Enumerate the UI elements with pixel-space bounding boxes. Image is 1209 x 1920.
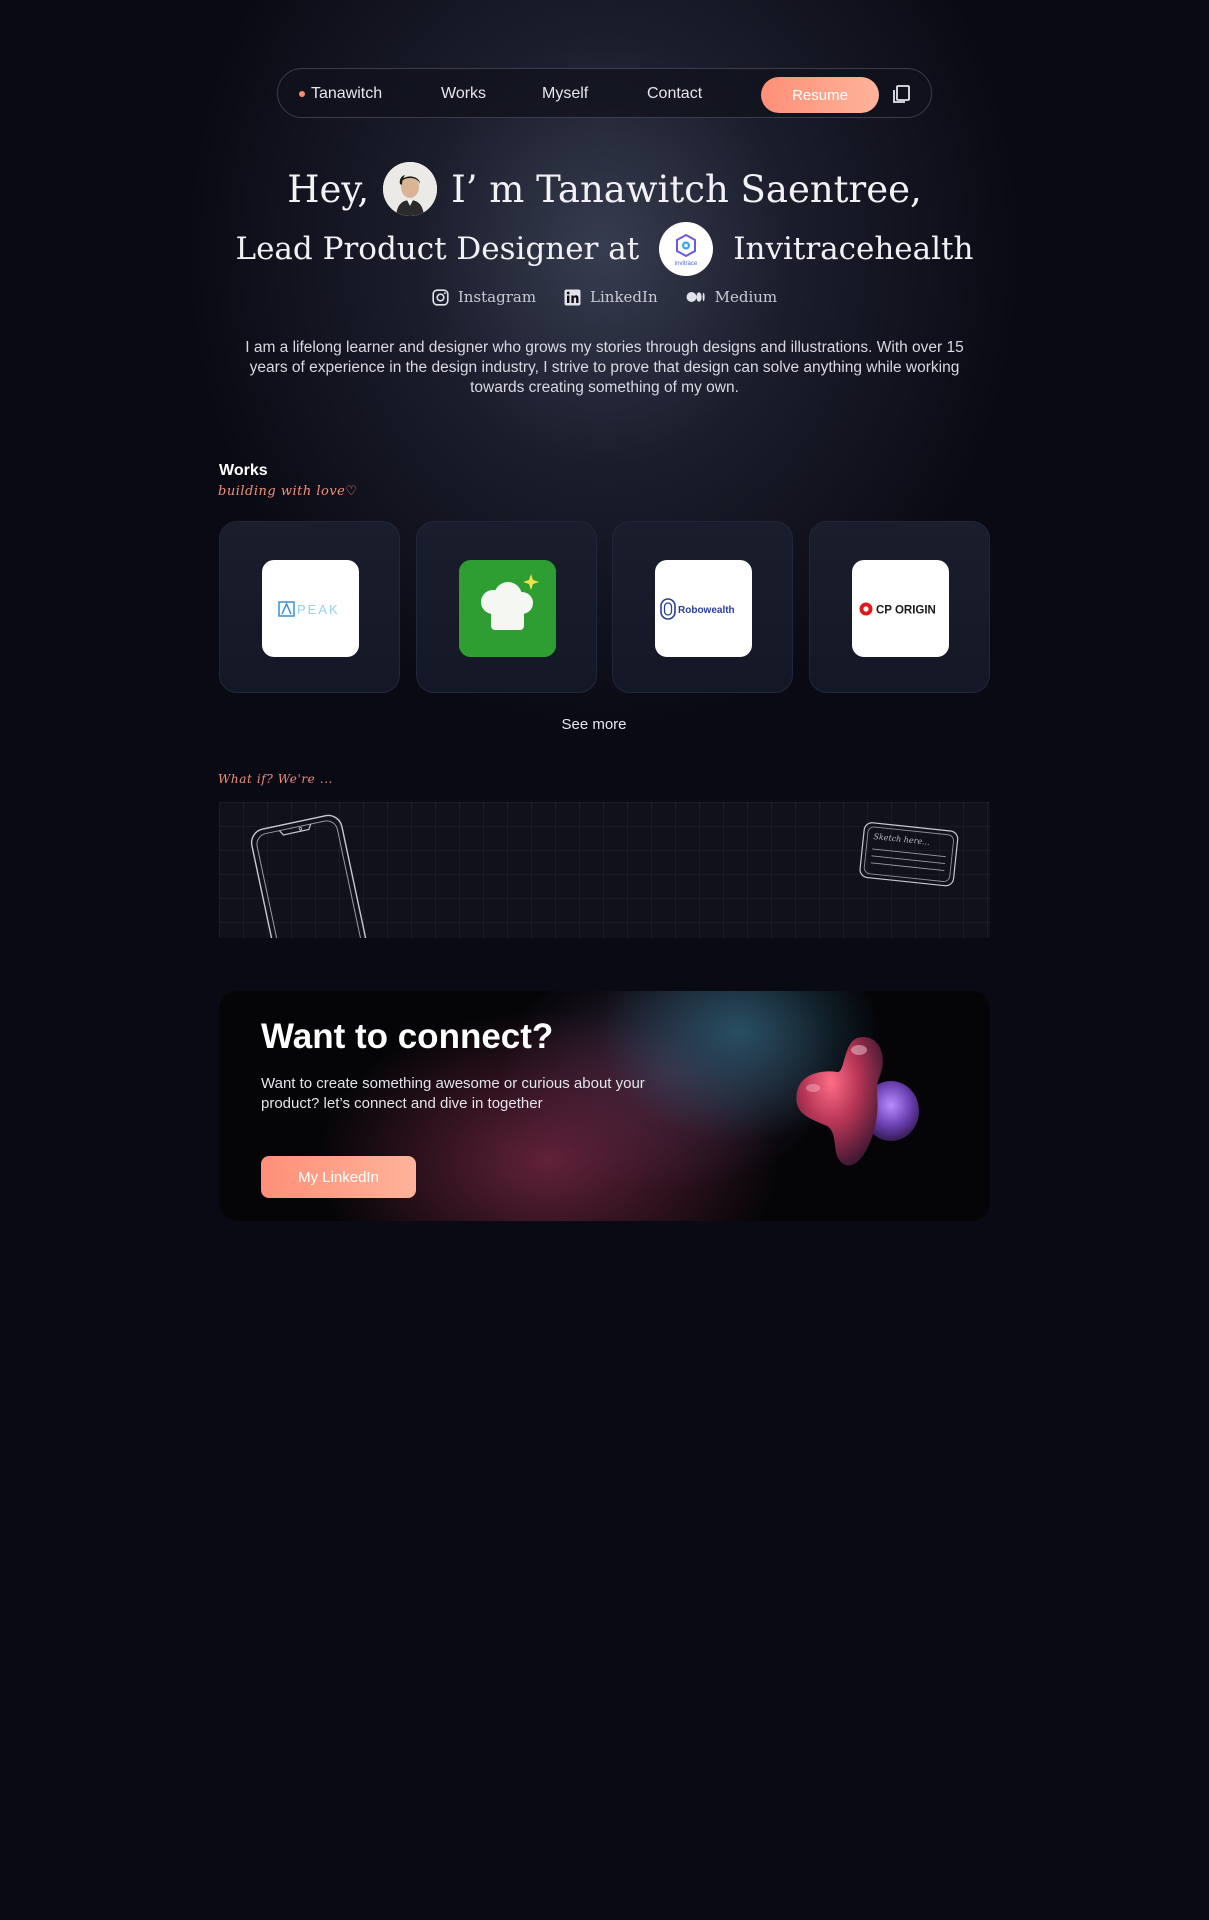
background-glow [0, 0, 1209, 900]
whatif-label: What if? We're ... [218, 772, 334, 786]
hero-hey: Hey, [287, 167, 370, 211]
instagram-icon [432, 288, 449, 306]
social-instagram[interactable]: Instagram [432, 288, 536, 306]
robowealth-logo-text: Robowealth [678, 605, 735, 616]
copy-icon[interactable] [890, 83, 912, 105]
works-title: Works [219, 462, 268, 479]
avatar [383, 162, 438, 216]
work-card-chef[interactable] [416, 521, 597, 693]
bio-text: I am a lifelong learner and designer who… [245, 339, 964, 396]
chef-app-logo [459, 560, 556, 657]
nav-item-myself[interactable]: Myself [542, 69, 588, 119]
hero-role-line: Lead Product Designer at invitrace Invit… [0, 222, 1209, 276]
work-card-peak[interactable]: PEAK [219, 521, 400, 693]
peak-logo-text: PEAK [297, 602, 340, 617]
nav-item-works[interactable]: Works [441, 69, 486, 119]
brand-dot-icon [299, 91, 305, 97]
note-card-sketch-icon: Sketch here... [859, 822, 959, 887]
sketch-note-text: Sketch here... [873, 832, 930, 847]
works-subtitle: building with love♡ [218, 484, 358, 499]
3d-blob-illustration [796, 1037, 919, 1166]
social-linkedin[interactable]: LinkedIn [564, 288, 658, 306]
robowealth-logo: Robowealth [655, 560, 752, 657]
work-card-robowealth[interactable]: Robowealth [612, 521, 793, 693]
connect-text: Want to create something awesome or curi… [261, 1075, 645, 1112]
hero-company[interactable]: Invitracehealth [733, 231, 973, 267]
medium-icon [686, 292, 705, 302]
social-label: Medium [714, 288, 778, 306]
nav-item-contact[interactable]: Contact [647, 69, 702, 119]
linkedin-icon [564, 289, 581, 305]
hero-intro: I’ m Tanawitch Saentree, [451, 167, 922, 211]
sketch-canvas[interactable]: Sketch here... [219, 802, 990, 938]
work-card-cp-origin[interactable]: CP ORIGIN [809, 521, 990, 693]
company-logo-text: invitrace [675, 261, 698, 267]
connect-title: Want to connect? [261, 1017, 554, 1056]
company-logo[interactable]: invitrace [659, 222, 714, 276]
chef-hat-icon [459, 560, 556, 657]
hero-role: Lead Product Designer at [235, 231, 640, 267]
nav-brand[interactable]: Tanawitch [299, 69, 382, 119]
resume-button[interactable]: Resume [761, 77, 879, 113]
cp-origin-logo: CP ORIGIN [852, 560, 949, 657]
connect-card: Want to connect? Want to create somethin… [219, 991, 990, 1221]
see-more-link[interactable]: See more [0, 716, 1188, 733]
cp-origin-logo-text: CP ORIGIN [876, 604, 936, 616]
social-label: Instagram [457, 288, 537, 306]
social-links: Instagram LinkedIn Medium [0, 288, 1209, 306]
social-label: LinkedIn [590, 288, 658, 306]
hero-greeting: Hey, I’ m Tanawitch Saentree, [0, 162, 1209, 216]
social-medium[interactable]: Medium [686, 288, 778, 306]
peak-logo: PEAK [262, 560, 359, 657]
top-nav: Tanawitch Works Myself Contact Resume [277, 68, 932, 118]
my-linkedin-button[interactable]: My LinkedIn [261, 1156, 416, 1198]
nav-brand-label: Tanawitch [311, 85, 383, 102]
